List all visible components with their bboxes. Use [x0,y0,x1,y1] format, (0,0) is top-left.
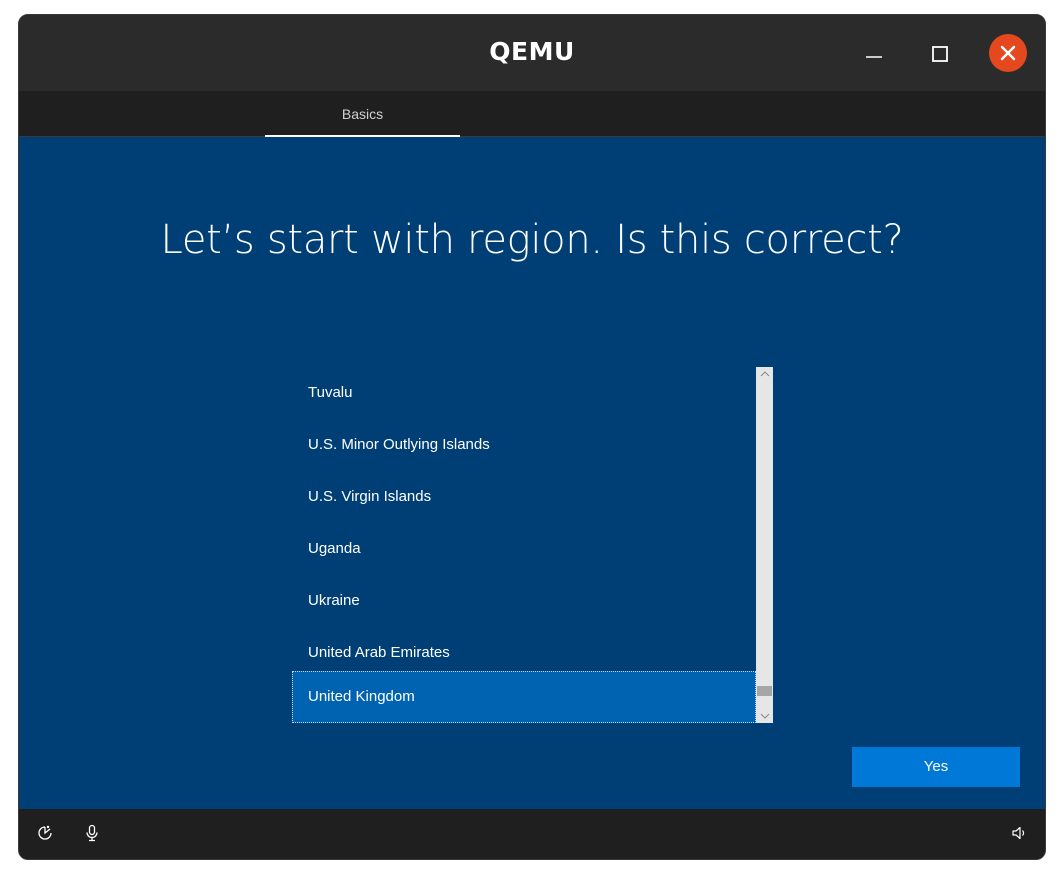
bottom-bar [19,809,1045,859]
list-item-region[interactable]: U.S. Minor Outlying Islands [292,419,756,471]
microphone-icon [86,824,98,842]
list-item-region[interactable]: Ukraine [292,575,756,627]
minimize-button[interactable] [855,35,893,73]
chevron-up-icon [760,371,769,377]
yes-button[interactable]: Yes [852,747,1020,787]
close-button[interactable] [989,34,1027,72]
minimize-icon [866,56,882,58]
list-item-region-selected[interactable]: United Kingdom [292,671,756,723]
tab-basics[interactable]: Basics [265,91,460,137]
scroll-up-button[interactable] [756,367,773,381]
maximize-button[interactable] [921,35,959,73]
region-listbox[interactable]: Tuvalu U.S. Minor Outlying Islands U.S. … [292,367,773,723]
chevron-down-icon [760,713,769,719]
ease-of-access-icon [38,825,52,840]
page-title: Let’s start with region. Is this correct… [160,217,904,263]
list-item-region[interactable]: Uganda [292,523,756,575]
scroll-down-button[interactable] [756,709,773,723]
volume-icon [1012,826,1025,840]
list-scrollbar[interactable] [756,367,773,723]
tab-bar: Basics [19,91,1045,137]
volume-button[interactable] [1007,821,1031,845]
title-bar[interactable]: QEMU [19,15,1045,91]
microphone-button[interactable] [80,821,104,845]
list-item-region[interactable]: U.S. Virgin Islands [292,471,756,523]
close-icon [1000,45,1016,61]
qemu-window: QEMU Basics Let’s start with region. Is … [18,14,1046,860]
scrollbar-thumb[interactable] [757,686,772,697]
maximize-icon [932,46,948,62]
list-item-region[interactable]: Tuvalu [292,367,756,419]
setup-content: Let’s start with region. Is this correct… [19,137,1045,809]
ease-of-access-button[interactable] [33,821,57,845]
